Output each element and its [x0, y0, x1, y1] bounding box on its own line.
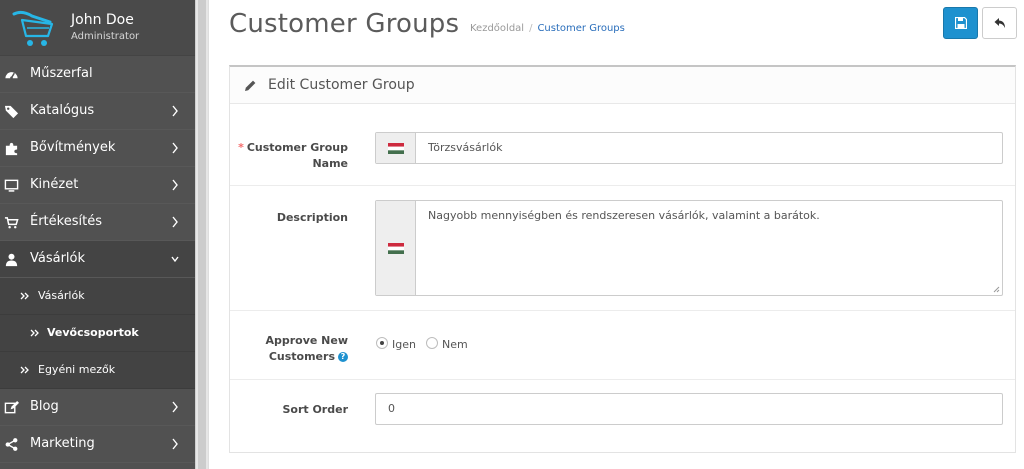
input-value: Törzsvásárlók	[428, 141, 503, 154]
tags-icon	[4, 105, 19, 119]
desktop-icon	[4, 179, 19, 192]
user-role: Administrator	[71, 31, 140, 42]
nav-item-catalog[interactable]: Katalógus	[0, 93, 195, 130]
panel-heading: Edit Customer Group	[230, 67, 1015, 104]
reply-icon	[994, 18, 1005, 28]
input-value: 0	[388, 402, 395, 415]
field-label: * Customer Group Name	[238, 140, 348, 172]
cart-logo-icon	[12, 10, 54, 46]
sidebar: John Doe Administrator Műszerfal Katalóg…	[0, 0, 195, 469]
field-label: Approve New Customers?	[265, 333, 348, 365]
required-mark: *	[238, 141, 244, 154]
shopping-cart-icon	[4, 217, 19, 229]
nav-item-customers[interactable]: Vásárlók	[0, 241, 195, 278]
sub-item-customer-groups[interactable]: Vevőcsoportok	[0, 315, 195, 352]
language-addon	[376, 201, 416, 295]
customer-group-name-input[interactable]: Törzsvásárlók	[375, 132, 1003, 164]
chevron-right-icon	[172, 142, 178, 154]
sidebar-scrollbar[interactable]	[195, 0, 209, 469]
help-icon[interactable]: ?	[338, 352, 348, 362]
radio-label-no[interactable]: Nem	[442, 338, 468, 351]
label-text: Approve New	[265, 334, 348, 347]
double-chevron-right-icon	[20, 292, 29, 300]
nav-label: Katalógus	[30, 103, 95, 118]
label-text: Customers	[268, 350, 335, 363]
chevron-right-icon	[172, 438, 178, 450]
chevron-right-icon	[172, 105, 178, 117]
nav-item-dashboard[interactable]: Műszerfal	[0, 56, 195, 93]
puzzle-icon	[5, 142, 18, 156]
hungary-flag-icon	[388, 243, 404, 254]
scrollbar-thumb[interactable]	[198, 0, 206, 469]
radio-label-yes[interactable]: Igen	[392, 338, 416, 351]
panel-title: Edit Customer Group	[268, 77, 415, 93]
textarea-value: Nagyobb mennyiségben és rendszeresen vás…	[428, 209, 820, 222]
language-addon	[376, 133, 416, 163]
label-text: Customer Group	[246, 141, 348, 154]
user-profile[interactable]: John Doe Administrator	[0, 0, 195, 56]
save-button[interactable]	[943, 7, 978, 39]
approve-no-radio[interactable]	[426, 337, 438, 349]
field-label: Sort Order	[282, 403, 348, 416]
main-content: Customer Groups Kezdőoldal / Customer Grou…	[209, 0, 1024, 469]
page-title: Customer Groups	[229, 9, 460, 39]
sub-label: Egyéni mezők	[38, 363, 116, 376]
chevron-right-icon	[172, 401, 178, 413]
approve-yes-radio[interactable]	[376, 337, 388, 349]
chevron-down-icon	[171, 256, 179, 263]
chevron-right-icon	[172, 179, 178, 191]
nav-item-sales[interactable]: Értékesítés	[0, 204, 195, 241]
nav-item-design[interactable]: Kinézet	[0, 167, 195, 204]
form-row-approve: Approve New Customers? Igen Nem	[230, 311, 1015, 380]
nav-item-extensions[interactable]: Bővítmények	[0, 130, 195, 167]
nav-item-blog[interactable]: Blog	[0, 389, 195, 426]
sub-label: Vevőcsoportok	[47, 326, 139, 339]
pencil-icon	[245, 80, 256, 91]
label-text: Name	[312, 157, 348, 170]
nav-label: Bővítmények	[30, 140, 116, 155]
breadcrumb-current-link[interactable]: Customer Groups	[537, 23, 624, 34]
form-row-sort-order: Sort Order 0	[230, 380, 1015, 451]
description-textarea[interactable]: Nagyobb mennyiségben és rendszeresen vás…	[375, 200, 1003, 296]
back-button[interactable]	[982, 7, 1017, 39]
edit-icon	[4, 400, 19, 414]
nav-label: Marketing	[30, 436, 95, 451]
floppy-disk-icon	[955, 17, 967, 29]
sort-order-input[interactable]: 0	[375, 393, 1003, 425]
nav-label: Blog	[30, 399, 59, 414]
breadcrumb: Kezdőoldal / Customer Groups	[470, 23, 625, 34]
user-icon	[5, 253, 18, 267]
form-row-description: Description Nagyobb mennyiségben és rend…	[230, 186, 1015, 311]
breadcrumb-separator: /	[529, 23, 533, 34]
dashboard-icon	[5, 72, 18, 80]
chevron-right-icon	[172, 216, 178, 228]
double-chevron-right-icon	[20, 366, 29, 374]
field-label: Description	[276, 211, 348, 224]
double-chevron-right-icon	[30, 329, 39, 337]
hungary-flag-icon	[388, 143, 404, 154]
nav-label: Műszerfal	[30, 66, 93, 81]
breadcrumb-home-link[interactable]: Kezdőoldal	[470, 23, 524, 34]
sub-label: Vásárlók	[38, 289, 85, 302]
edit-panel: Edit Customer Group * Customer Group Name…	[229, 65, 1016, 453]
nav-item-marketing[interactable]: Marketing	[0, 426, 195, 463]
nav-label: Értékesítés	[30, 214, 102, 229]
nav-label: Vásárlók	[30, 251, 86, 266]
form-row-name: * Customer Group Name Törzsvásárlók	[230, 104, 1015, 186]
share-icon	[5, 438, 18, 451]
user-name: John Doe	[71, 12, 134, 28]
sub-item-custom-fields[interactable]: Egyéni mezők	[0, 352, 195, 389]
resize-handle-icon[interactable]	[993, 286, 1000, 293]
nav-label: Kinézet	[30, 177, 79, 192]
sub-item-customers[interactable]: Vásárlók	[0, 278, 195, 315]
